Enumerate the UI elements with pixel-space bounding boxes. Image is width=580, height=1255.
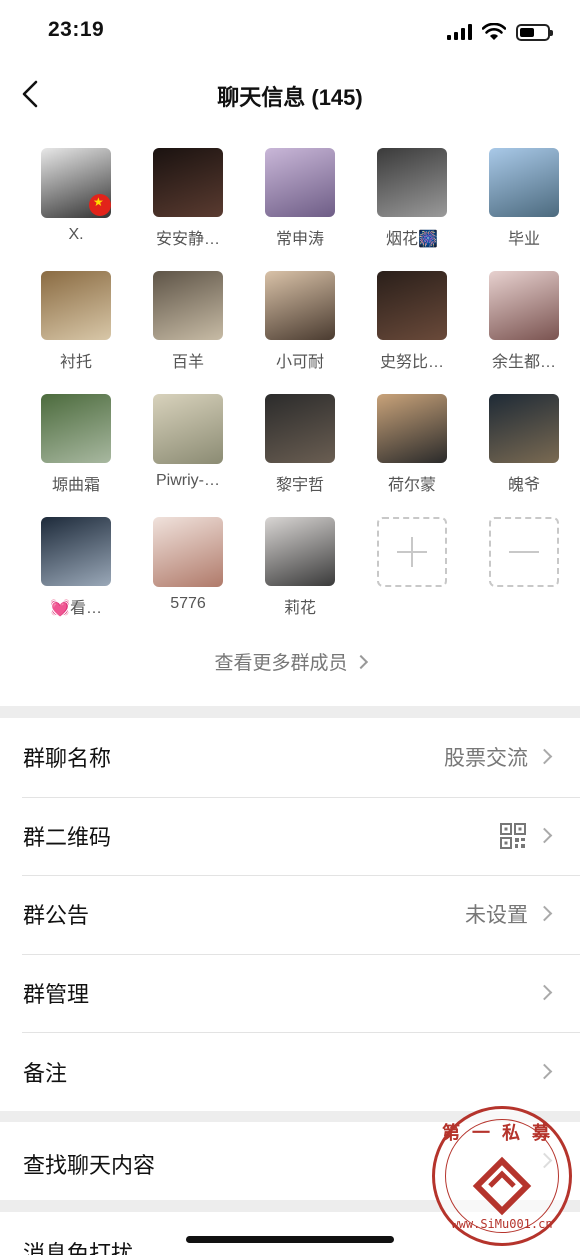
- avatar: [489, 394, 559, 464]
- avatar: [41, 148, 111, 218]
- member-item[interactable]: 塬曲霜: [20, 394, 132, 495]
- avatar: [265, 148, 335, 218]
- minus-icon: [489, 517, 559, 587]
- avatar: [153, 394, 223, 464]
- view-more-members-button[interactable]: 查看更多群成员: [0, 648, 580, 675]
- status-icons: [447, 20, 553, 44]
- member-name: Piwriy-…: [156, 472, 220, 489]
- member-name: 黎宇哲: [275, 477, 324, 495]
- member-item[interactable]: 小可耐: [244, 271, 356, 372]
- member-name: 安安静…: [155, 231, 220, 249]
- member-name: 常申涛: [275, 231, 324, 249]
- page-title: 聊天信息 (145): [217, 85, 363, 110]
- group-qrcode-row[interactable]: 群二维码: [0, 796, 580, 876]
- avatar: [377, 148, 447, 218]
- avatar: [41, 271, 111, 341]
- member-name: 塬曲霜: [51, 477, 100, 495]
- member-name: 史努比…: [379, 354, 444, 372]
- group-name-value: 股票交流: [444, 747, 528, 771]
- status-bar: 23:19: [0, 0, 580, 62]
- status-time: 23:19: [48, 18, 105, 41]
- home-indicator: [186, 1236, 394, 1243]
- search-chat-label: 查找聊天内容: [23, 1153, 156, 1178]
- avatar: [41, 394, 111, 464]
- member-item[interactable]: X.: [20, 148, 132, 249]
- member-name: 余生都…: [491, 354, 556, 372]
- member-item[interactable]: 烟花🎆: [356, 148, 468, 249]
- signal-icon: [447, 24, 472, 40]
- member-item[interactable]: 莉花: [244, 517, 356, 618]
- member-item[interactable]: 魄爷: [468, 394, 580, 495]
- view-more-label: 查看更多群成员: [214, 653, 348, 674]
- avatar: [153, 517, 223, 587]
- chevron-right-icon: [353, 654, 368, 670]
- avatar: [377, 271, 447, 341]
- avatar: [489, 148, 559, 218]
- member-item[interactable]: 黎宇哲: [244, 394, 356, 495]
- member-name: 魄爷: [507, 477, 540, 495]
- member-name: X.: [68, 226, 84, 243]
- china-flag-icon: [89, 194, 111, 216]
- group-qrcode-label: 群二维码: [23, 824, 112, 850]
- member-name: 荷尔蒙: [387, 477, 436, 495]
- avatar: [265, 394, 335, 464]
- member-name: 百羊: [171, 354, 204, 372]
- member-name: 小可耐: [275, 354, 324, 372]
- settings-list: 群聊名称 股票交流 群二维码 群公告 未设置 群管理 备注: [0, 718, 580, 1111]
- chevron-right-icon: [536, 749, 553, 765]
- group-management-row[interactable]: 群管理: [0, 953, 580, 1033]
- watermark-logo: 第一私募 www.SiMu001.cn: [432, 1106, 572, 1246]
- group-announcement-value: 未设置: [465, 904, 528, 928]
- nav-bar: 聊天信息 (145): [0, 62, 580, 126]
- avatar: [153, 148, 223, 218]
- member-name: 莉花: [283, 600, 316, 618]
- battery-icon: [516, 23, 553, 41]
- group-announcement-row[interactable]: 群公告 未设置: [0, 875, 580, 954]
- avatar: [265, 517, 335, 587]
- member-item[interactable]: 百羊: [132, 271, 244, 372]
- chevron-right-icon: [536, 906, 553, 922]
- remark-row[interactable]: 备注: [0, 1032, 580, 1111]
- member-item[interactable]: 安安静…: [132, 148, 244, 249]
- add-member-button[interactable]: [356, 517, 468, 618]
- avatar: [489, 271, 559, 341]
- avatar: [153, 271, 223, 341]
- avatar: [377, 394, 447, 464]
- member-name: 衬托: [59, 354, 92, 372]
- member-item[interactable]: 史努比…: [356, 271, 468, 372]
- member-item[interactable]: 余生都…: [468, 271, 580, 372]
- member-item[interactable]: 常申涛: [244, 148, 356, 249]
- group-name-label: 群聊名称: [23, 746, 112, 772]
- chevron-right-icon: [536, 984, 553, 1001]
- group-announcement-label: 群公告: [23, 903, 90, 929]
- member-item[interactable]: 荷尔蒙: [356, 394, 468, 495]
- member-item[interactable]: 5776: [132, 517, 244, 618]
- do-not-disturb-label: 消息免打扰: [23, 1241, 134, 1255]
- member-item[interactable]: 衬托: [20, 271, 132, 372]
- member-item[interactable]: 毕业: [468, 148, 580, 249]
- group-name-row[interactable]: 群聊名称 股票交流: [0, 718, 580, 797]
- remove-member-button[interactable]: [468, 517, 580, 618]
- member-panel: X. 安安静… 常申涛 烟花🎆 毕业衬托 百羊 小可耐 史努比… 余生都… 塬曲霜 Piwriy-……: [0, 126, 580, 706]
- plus-icon: [377, 517, 447, 587]
- member-name: 💓看…: [50, 600, 102, 618]
- avatar: [41, 517, 111, 587]
- member-grid: X. 安安静… 常申涛 烟花🎆 毕业衬托 百羊 小可耐 史努比… 余生都… 塬曲霜 Piwriy-……: [20, 148, 570, 618]
- member-name: 毕业: [507, 231, 540, 249]
- avatar: [265, 271, 335, 341]
- qr-code-icon: [500, 822, 526, 849]
- member-name: 5776: [170, 595, 206, 612]
- group-management-label: 群管理: [23, 982, 90, 1008]
- chevron-right-icon: [536, 1063, 553, 1079]
- member-item[interactable]: Piwriy-…: [132, 394, 244, 495]
- watermark-bottom-text: www.SiMu001.cn: [451, 1217, 553, 1231]
- member-item[interactable]: 💓看…: [20, 517, 132, 618]
- remark-label: 备注: [23, 1060, 68, 1086]
- wifi-icon: [482, 23, 506, 40]
- chevron-right-icon: [536, 827, 553, 844]
- member-name: 烟花🎆: [386, 231, 438, 249]
